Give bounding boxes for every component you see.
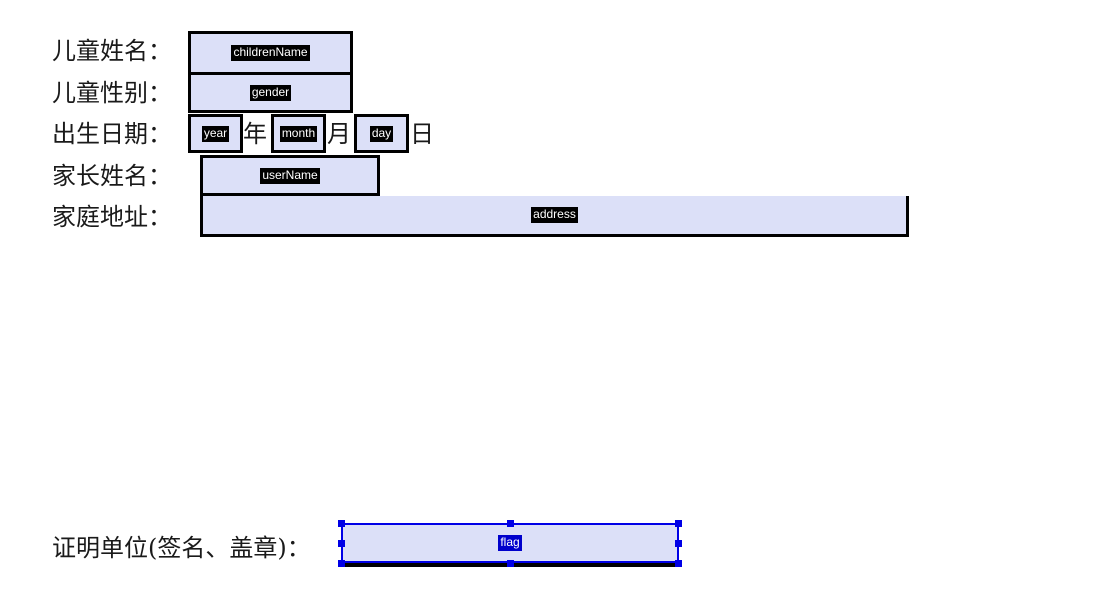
label-certify-unit: 证明单位(签名、盖章)：: [52, 534, 311, 562]
field-flag[interactable]: flag: [341, 523, 679, 563]
label-children-name: 儿童姓名：: [52, 37, 172, 65]
separator-year: 年: [243, 120, 267, 148]
resize-handle-bottom-center[interactable]: [507, 560, 514, 567]
separator-month: 月: [327, 120, 351, 148]
field-address[interactable]: address: [200, 196, 909, 237]
label-children-gender: 儿童性别：: [52, 79, 172, 107]
label-parent-name: 家长姓名：: [52, 162, 172, 190]
form-design-canvas[interactable]: 儿童姓名： childrenName 儿童性别： gender 出生日期： ye…: [0, 0, 1103, 606]
selected-element-group[interactable]: flag: [338, 520, 682, 567]
token-month: month: [279, 125, 318, 142]
token-user-name: userName: [260, 167, 320, 184]
label-birth-date: 出生日期：: [52, 120, 172, 148]
token-gender: gender: [249, 84, 292, 101]
resize-handle-middle-right[interactable]: [675, 540, 682, 547]
token-year: year: [201, 125, 230, 142]
token-address: address: [531, 207, 578, 223]
resize-handle-top-left[interactable]: [338, 520, 345, 527]
resize-handle-top-right[interactable]: [675, 520, 682, 527]
field-birth-day[interactable]: day: [354, 114, 409, 153]
field-user-name[interactable]: userName: [200, 155, 380, 196]
resize-handle-bottom-left[interactable]: [338, 560, 345, 567]
resize-handle-bottom-right[interactable]: [675, 560, 682, 567]
resize-handle-top-center[interactable]: [507, 520, 514, 527]
field-birth-year[interactable]: year: [188, 114, 243, 153]
token-day: day: [369, 125, 394, 142]
resize-handle-middle-left[interactable]: [338, 540, 345, 547]
field-children-name[interactable]: childrenName: [188, 31, 353, 72]
separator-day: 日: [410, 120, 434, 148]
field-gender[interactable]: gender: [188, 72, 353, 113]
label-home-address: 家庭地址：: [52, 203, 172, 231]
token-flag: flag: [498, 535, 522, 551]
token-children-name: childrenName: [231, 45, 310, 61]
field-birth-month[interactable]: month: [271, 114, 326, 153]
